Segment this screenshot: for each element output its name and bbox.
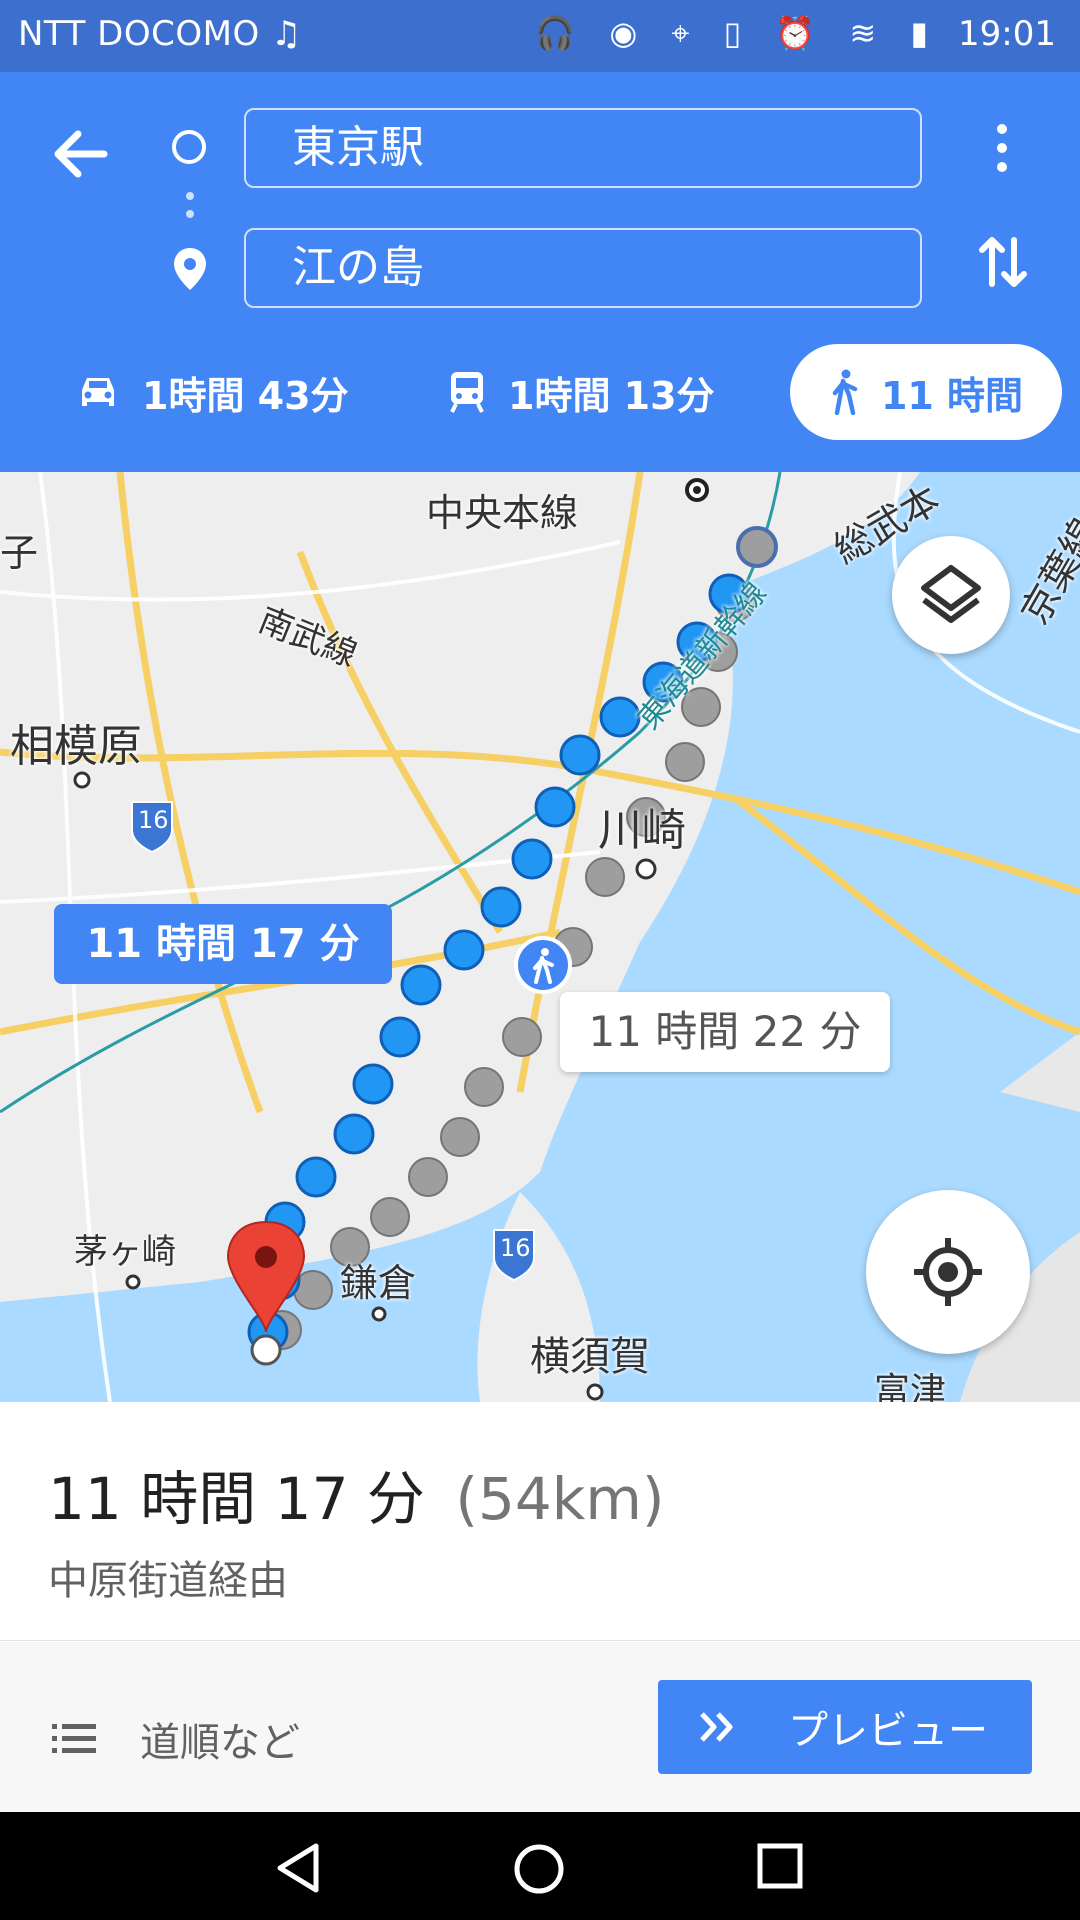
clock: 19:01: [958, 14, 1056, 54]
status-bar: NTT DOCOMO ♫ 🎧 ◉ ⌖ ▯ ⏰ ≋ ▮ 19:01: [0, 0, 1080, 72]
selected-route-bubble[interactable]: 11 時間 17 分: [54, 904, 392, 984]
duration-text: 11 時間 17 分: [48, 1465, 425, 1533]
double-chevron-icon: [700, 1712, 733, 1742]
route-duration: 11 時間 17 分 (54km): [48, 1452, 665, 1536]
preview-label: プレビュー: [788, 1708, 988, 1754]
action-bar: 道順など プレビュー: [0, 1642, 1080, 1812]
carrier-label: NTT DOCOMO ♫: [18, 14, 303, 54]
route-via: 中原街道経由: [48, 1558, 288, 1604]
steps-button[interactable]: 道順など: [52, 1710, 300, 1768]
tab-car-label: 1時間 43分: [142, 373, 349, 418]
layers-button[interactable]: [892, 536, 1010, 654]
directions-header: 東京駅 江の島 1時間 43分 1時間 13分 11 時間: [0, 72, 1080, 472]
nav-back-icon[interactable]: [272, 1842, 324, 1894]
map-label-kawasaki: 川崎: [598, 805, 686, 856]
route-summary[interactable]: 11 時間 17 分 (54km) 中原街道経由: [0, 1402, 1080, 1641]
my-location-icon: [914, 1238, 982, 1306]
tab-transit-label: 1時間 13分: [508, 373, 715, 418]
tab-transit[interactable]: 1時間 13分: [448, 344, 715, 440]
back-arrow-icon[interactable]: [48, 122, 112, 186]
map-label-ko: 子: [0, 531, 39, 575]
map-label-chuo: 中央本線: [426, 491, 579, 535]
origin-input[interactable]: 東京駅: [244, 108, 922, 188]
steps-label: 道順など: [140, 1720, 300, 1766]
nav-recents-icon[interactable]: [756, 1842, 804, 1890]
destination-input[interactable]: 江の島: [244, 228, 922, 308]
tab-car[interactable]: 1時間 43分: [76, 344, 349, 440]
map-view[interactable]: 中央本線 総武本 京葉線 子 南武線 相模原 東海道新幹線 川崎 茅ヶ崎 鎌倉 …: [0, 472, 1080, 1402]
map-label-yokosuka: 横須賀: [530, 1334, 650, 1380]
distance-text: (54km): [455, 1465, 665, 1533]
nav-home-icon[interactable]: [512, 1842, 566, 1896]
tab-walk[interactable]: 11 時間: [790, 344, 1062, 440]
swap-icon[interactable]: [976, 232, 1030, 292]
more-options-icon[interactable]: [990, 124, 1014, 180]
route-dots-icon: [186, 192, 194, 228]
train-icon: [450, 372, 484, 413]
map-label-chigasaki: 茅ヶ崎: [74, 1232, 176, 1272]
alternative-route-bubble[interactable]: 11 時間 22 分: [560, 992, 890, 1072]
list-icon: [52, 1724, 96, 1753]
map-label-futtsu: 富津: [874, 1371, 947, 1402]
layers-icon: [921, 565, 981, 623]
travel-mode-tabs: 1時間 43分 1時間 13分 11 時間: [0, 344, 1080, 444]
walking-person-icon: [514, 936, 572, 994]
map-label-sagamihara: 相模原: [10, 721, 142, 772]
system-nav-bar: [0, 1812, 1080, 1920]
destination-pin-icon: [174, 248, 206, 290]
preview-button[interactable]: プレビュー: [658, 1680, 1032, 1774]
route-badge-16: 16: [138, 806, 169, 834]
tab-walk-label: 11 時間: [880, 373, 1024, 418]
my-location-button[interactable]: [866, 1190, 1030, 1354]
origin-circle-icon: [172, 130, 206, 164]
map-label-kamakura: 鎌倉: [340, 1261, 417, 1305]
route-badge-16-south: 16: [500, 1234, 531, 1262]
status-icons: 🎧 ◉ ⌖ ▯ ⏰ ≋ ▮: [535, 14, 940, 52]
walk-icon: [832, 369, 858, 415]
car-icon: [82, 378, 114, 406]
